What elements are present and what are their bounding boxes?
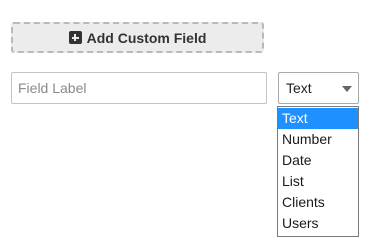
dropdown-option-number[interactable]: Number (278, 129, 358, 150)
plus-square-icon (68, 31, 82, 44)
caret-down-icon (342, 86, 352, 92)
dropdown-option-list[interactable]: List (278, 171, 358, 192)
dropdown-option-text[interactable]: Text (278, 108, 358, 129)
dropdown-option-users[interactable]: Users (278, 213, 358, 234)
add-custom-field-button[interactable]: Add Custom Field (11, 22, 264, 53)
field-label-input[interactable] (11, 72, 267, 104)
dropdown-option-date[interactable]: Date (278, 150, 358, 171)
custom-field-editor: Add Custom Field Text Text Number Date L… (0, 0, 373, 250)
dropdown-option-clients[interactable]: Clients (278, 192, 358, 213)
add-custom-field-label: Add Custom Field (86, 29, 207, 46)
field-type-selected-value: Text (286, 80, 312, 96)
field-type-dropdown: Text Number Date List Clients Users (277, 106, 359, 237)
field-type-select[interactable]: Text (278, 72, 359, 104)
